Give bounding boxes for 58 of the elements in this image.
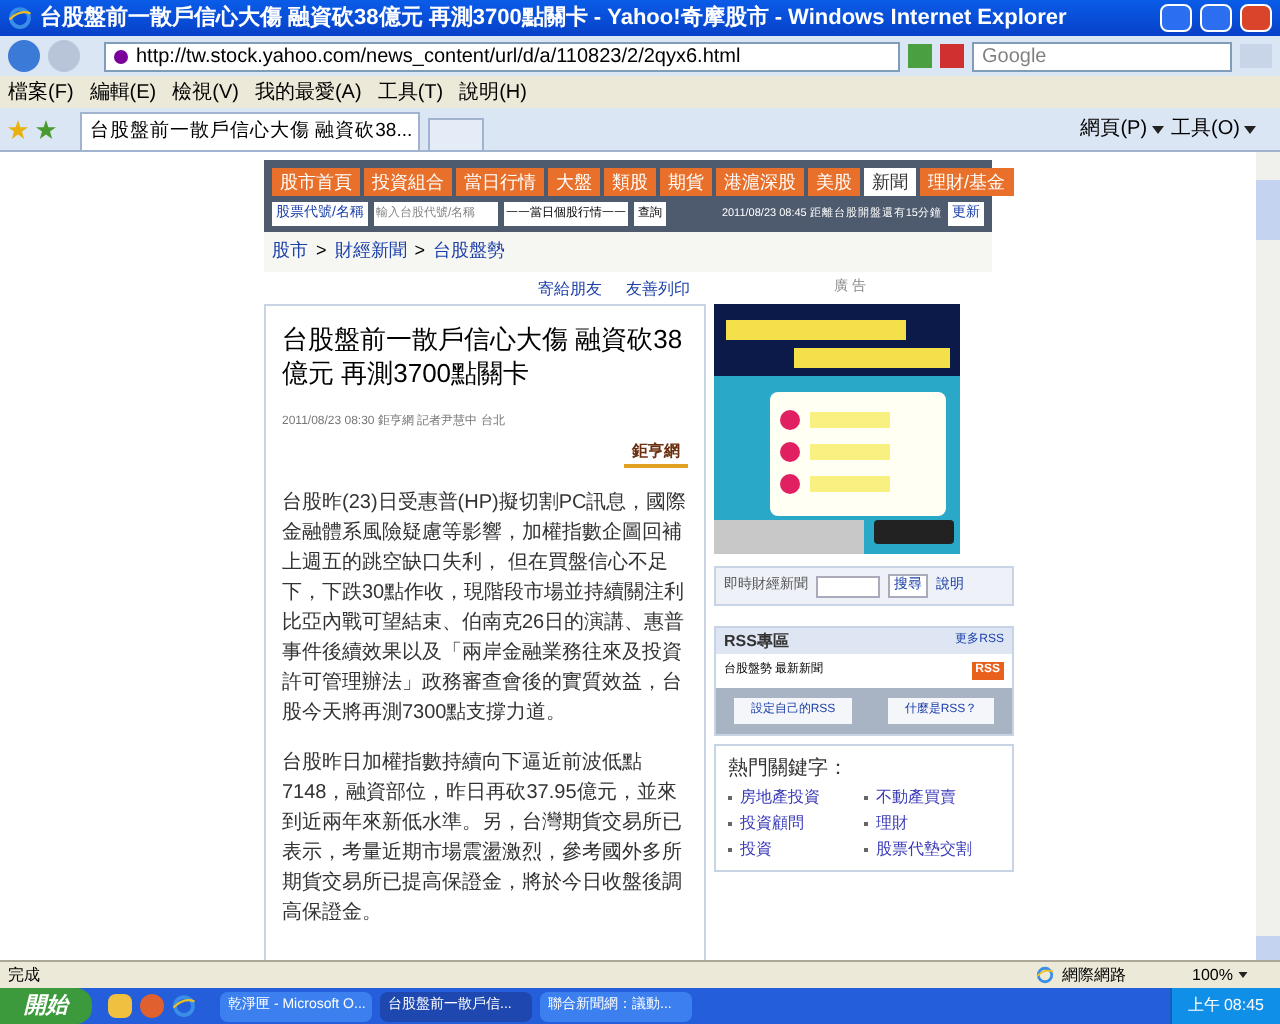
- status-text: 完成: [8, 963, 42, 987]
- clock: 上午 08:45: [1187, 994, 1264, 1018]
- caret-icon: [1244, 125, 1256, 133]
- favorites-star-icon[interactable]: [8, 119, 28, 139]
- breadcrumb-link[interactable]: 股市: [272, 238, 308, 266]
- search-field[interactable]: Google: [972, 41, 1232, 71]
- quick-launch-icon[interactable]: [108, 994, 132, 1018]
- menu-item[interactable]: 我的最愛(A): [254, 77, 362, 107]
- keyword-link[interactable]: 股票代墊交割: [876, 838, 972, 862]
- breadcrumb-separator: >: [316, 238, 327, 265]
- keyword-link[interactable]: 理財: [876, 812, 908, 836]
- rss-title: RSS專區: [724, 629, 789, 653]
- keywords-title: 熱門關鍵字：: [728, 755, 850, 784]
- new-tab-button[interactable]: [428, 118, 484, 150]
- keyword-link[interactable]: 不動產買賣: [876, 786, 956, 810]
- browser-tab[interactable]: 台股盤前一散戶信心大傷 融資砍38...: [80, 112, 420, 150]
- start-button[interactable]: 開始: [0, 988, 92, 1024]
- quick-launch-icon[interactable]: [140, 994, 164, 1018]
- keyword-link[interactable]: 投資: [740, 838, 772, 862]
- zone-label: 網際網路: [1036, 963, 1176, 987]
- article-tool-link[interactable]: 寄給朋友: [538, 278, 602, 304]
- page-menu[interactable]: 網頁(P): [1080, 114, 1164, 144]
- article-title: 台股盤前一散戶信心大傷 融資砍38億元 再測3700點關卡: [282, 322, 685, 390]
- breadcrumb-link[interactable]: 財經新聞: [334, 238, 407, 266]
- nav-tab[interactable]: 新聞: [864, 168, 916, 196]
- news-search-field[interactable]: [816, 575, 880, 597]
- address-field[interactable]: http://tw.stock.yahoo.com/news_content/url/d/a/110823/2/2qyx6.html: [104, 41, 900, 71]
- article-paragraph: 台股昨日加權指數持續向下逼近前波低點7148，融資部位，昨日再砍37.95億元，並來到近兩年來新低水準。另，台灣期貨交易所已表示，考量近期市場震盪激烈，參考國外多所期貨交易所已提高保證金，將於今日收盤後調高保證金。: [282, 749, 684, 928]
- window-title: 台股盤前一散戶信心大傷 融資砍38億元 再測3700點關卡 - Yahoo!奇摩股市 - Windows Internet Explorer: [40, 3, 1069, 34]
- browser-icon: [8, 6, 32, 30]
- zoom-level[interactable]: 100%: [1192, 963, 1272, 987]
- menu-item[interactable]: 說明(H): [459, 77, 527, 107]
- minimize-button[interactable]: [1160, 4, 1192, 32]
- keyword-link[interactable]: 投資顧問: [740, 812, 804, 836]
- forward-button[interactable]: [48, 40, 80, 72]
- menu-item[interactable]: 檢視(V): [172, 77, 239, 107]
- scroll-thumb[interactable]: [1256, 180, 1280, 240]
- caret-icon: [1151, 125, 1164, 133]
- caret-icon: [1238, 972, 1249, 978]
- breadcrumb-link[interactable]: 台股盤勢: [433, 238, 506, 266]
- breadcrumb-separator: >: [414, 238, 426, 265]
- back-button[interactable]: [8, 40, 40, 72]
- menu-item[interactable]: 編輯(E): [89, 77, 157, 107]
- menu-item[interactable]: 工具(T): [377, 77, 444, 107]
- add-favorite-icon[interactable]: [36, 119, 56, 139]
- maximize-button[interactable]: [1200, 4, 1232, 32]
- menu-item[interactable]: 檔案(F): [8, 77, 74, 107]
- scroll-down-button[interactable]: [1256, 936, 1280, 960]
- article-paragraph: 台股昨(23)日受惠普(HP)擬切割PC訊息，國際金融體系風險疑慮等影響，加權指數企圖回補上週五的跳空缺口失利， 但在買盤信心不足下，下跌30點作收，現階段市場並持續關注利比亞內戰可望結束、伯南克26日的演講、惠普事件後續效果以及「兩岸金融業務往來及投資許可管理辦法」政務審查會後的實質效益，台股今天將再測7300點支撐力道。: [282, 489, 688, 728]
- source-logo: 鉅亨網: [624, 440, 688, 468]
- article-tool-link[interactable]: 友善列印: [626, 278, 690, 304]
- close-button[interactable]: [1240, 4, 1272, 32]
- site-icon: [114, 49, 128, 63]
- browser-icon: [172, 994, 196, 1018]
- keyword-link[interactable]: 房地產投資: [740, 786, 820, 810]
- browser-icon: [1036, 966, 1054, 984]
- vertical-scrollbar[interactable]: [1256, 152, 1280, 960]
- tools-menu[interactable]: 工具(O): [1171, 114, 1256, 144]
